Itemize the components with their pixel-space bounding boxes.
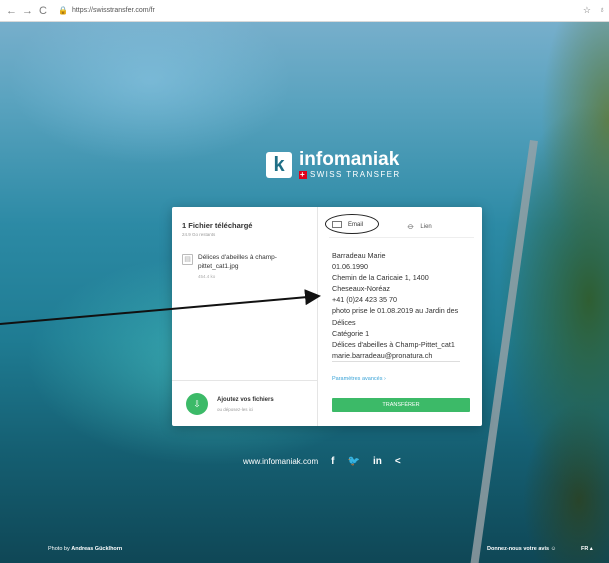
photographer-link[interactable]: Andreas Gücklhorn (71, 546, 122, 552)
hand-drawn-circle (325, 214, 379, 234)
forward-icon[interactable]: → (22, 5, 33, 17)
transfer-button[interactable]: TRANSFÉRER (332, 398, 470, 412)
advanced-settings-link[interactable]: Paramètres avancés › (332, 376, 386, 382)
storage-remaining: 24.9 Go restants (182, 232, 216, 237)
add-files-label: Ajoutez vos fichiers (217, 397, 274, 403)
k-logo-mark: k (266, 151, 292, 178)
reload-icon[interactable]: C (38, 5, 48, 17)
infomaniak-website-link[interactable]: www.infomaniak.com (243, 457, 318, 466)
brand-name: infomaniak (299, 149, 400, 170)
feedback-link[interactable]: Donnez-nous votre avis ☺ (487, 546, 556, 552)
product-name: SWISS TRANSFER (310, 170, 401, 179)
share-icon[interactable]: < (395, 456, 401, 467)
extension-icon[interactable]: ♁ (599, 5, 605, 14)
address-bar[interactable]: https://swisstransfer.com/fr (72, 7, 155, 14)
add-files-button[interactable]: ⇩ (186, 393, 208, 415)
image-file-icon: ▤ (182, 254, 193, 265)
linkedin-icon[interactable]: in (373, 456, 382, 467)
swiss-flag-icon: + (299, 169, 307, 179)
message-underline (332, 361, 460, 362)
message-textarea[interactable]: Barradeau Marie 01.06.1990 Chemin de la … (332, 250, 472, 361)
back-icon[interactable]: ← (6, 5, 17, 17)
feedback-label: Donnez-nous votre avis (487, 546, 550, 552)
tab-link[interactable]: ⌀ Lien (405, 220, 432, 232)
browser-toolbar: ← → C 🔒 https://swisstransfer.com/fr ☆ ♁ (0, 0, 609, 22)
add-files-hint: ou déposez-les ici (217, 407, 254, 412)
file-size: 454.4 ko (198, 274, 216, 279)
tab-link-label: Lien (420, 223, 432, 230)
paperclip-icon: ⌀ (405, 220, 417, 232)
smiley-icon: ☺ (550, 546, 557, 552)
product-line: + SWISS TRANSFER (299, 170, 401, 179)
bookmark-star-icon[interactable]: ☆ (583, 5, 591, 16)
lock-icon: 🔒 (58, 6, 68, 15)
file-name[interactable]: Délices d'abeilles à champ-pittet_cat1.j… (198, 253, 308, 271)
infomaniak-logo[interactable]: k infomaniak + SWISS TRANSFER (266, 150, 401, 179)
tab-divider (329, 237, 474, 238)
twitter-icon[interactable]: 🐦 (347, 456, 359, 467)
files-title: 1 Fichier téléchargé (182, 221, 253, 230)
footer-links: www.infomaniak.com f 🐦 in < (243, 456, 401, 467)
share-panel: Email ⌀ Lien Barradeau Marie 01.06.1990 … (319, 207, 482, 426)
language-selector[interactable]: FR ▴ (581, 546, 593, 552)
facebook-icon[interactable]: f (331, 456, 334, 467)
photo-credit-prefix: Photo by (48, 546, 72, 552)
brand-text: infomaniak + SWISS TRANSFER (299, 150, 401, 179)
photo-credit: Photo by Andreas Gücklhorn (48, 546, 122, 552)
annotation-arrow (0, 289, 321, 325)
add-files-zone[interactable]: ⇩ Ajoutez vos fichiers ou déposez-les ic… (172, 380, 318, 426)
